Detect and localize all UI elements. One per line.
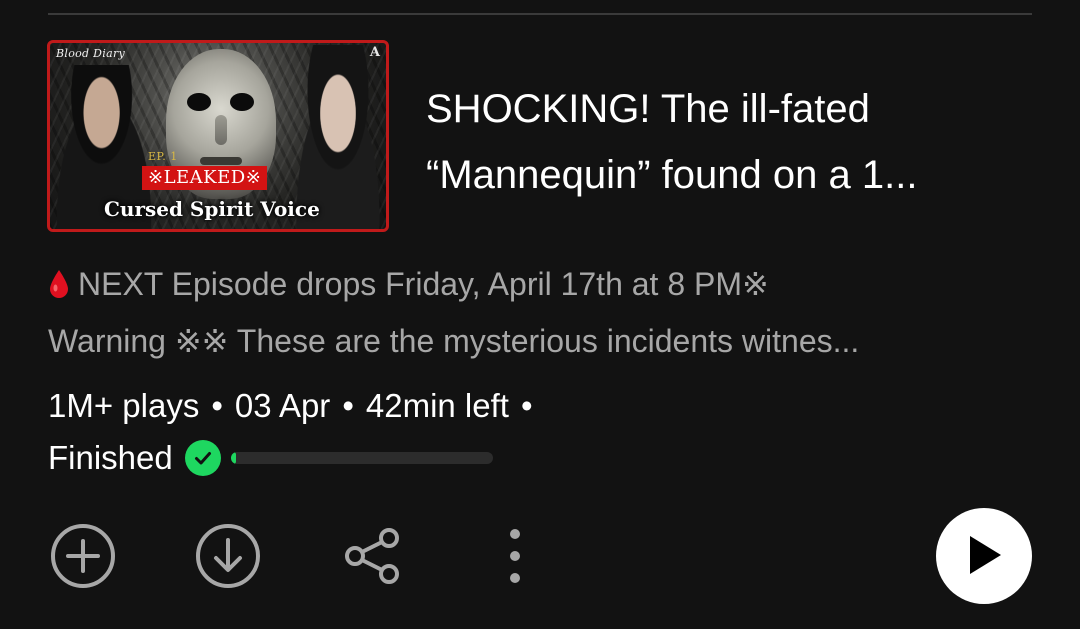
thumbnail-logo: Blood Diary [56,47,126,60]
more-options-button[interactable] [480,522,550,592]
episode-title-line-2: “Mannequin” found on a 1... [426,153,918,197]
thumbnail-subtitle: Cursed Spirit Voice [104,197,320,221]
plays-count: 1M+ plays [48,387,200,424]
blood-drop-icon [48,262,70,315]
playback-status-row: Finished [48,432,493,484]
progress-bar [230,452,493,464]
thumbnail-leaked-label: ※LEAKED※ [142,166,268,190]
thumbnail-mask-nose [215,115,227,145]
episode-title[interactable]: SHOCKING! The ill-fated “Mannequin” foun… [426,76,1026,208]
episode-meta: 1M+ plays • 03 Apr • 42min left • [48,380,545,432]
share-button[interactable] [338,522,408,592]
download-button[interactable] [193,522,263,592]
episode-title-line-1: SHOCKING! The ill-fated [426,87,870,131]
status-label: Finished [48,439,173,476]
top-divider [48,13,1032,15]
add-button[interactable] [48,522,118,592]
check-circle-icon [184,440,221,476]
description-text-2: Warning ※※ These are the mysterious inci… [48,323,860,359]
thumbnail-mask-eye-left [187,93,211,111]
thumbnail-mask-mouth [200,157,242,165]
description-line-1: NEXT Episode drops Friday, April 17th at… [48,258,1038,315]
download-circle-icon [195,523,261,592]
meta-separator: • [342,387,354,424]
play-button[interactable] [936,508,1032,604]
meta-separator: • [211,387,223,424]
play-icon [964,533,1004,580]
meta-separator: • [520,387,533,424]
progress-bar-fill [230,452,236,464]
thumbnail-mask-eye-right [230,93,254,111]
more-vertical-icon [505,524,525,591]
episode-card: Blood Diary A EP. 1 ※LEAKED※ Cursed Spir… [0,0,1080,629]
episode-thumbnail[interactable]: Blood Diary A EP. 1 ※LEAKED※ Cursed Spir… [47,40,389,232]
episode-description[interactable]: NEXT Episode drops Friday, April 17th at… [48,258,1038,368]
thumbnail-corner-mark: A [369,45,380,60]
add-circle-icon [50,523,116,592]
thumbnail-episode-label: EP. 1 [148,150,178,163]
description-text-1: NEXT Episode drops Friday, April 17th at… [78,266,769,302]
share-icon [341,524,405,591]
release-date: 03 Apr [234,387,331,424]
time-left: 42min left [365,387,509,424]
